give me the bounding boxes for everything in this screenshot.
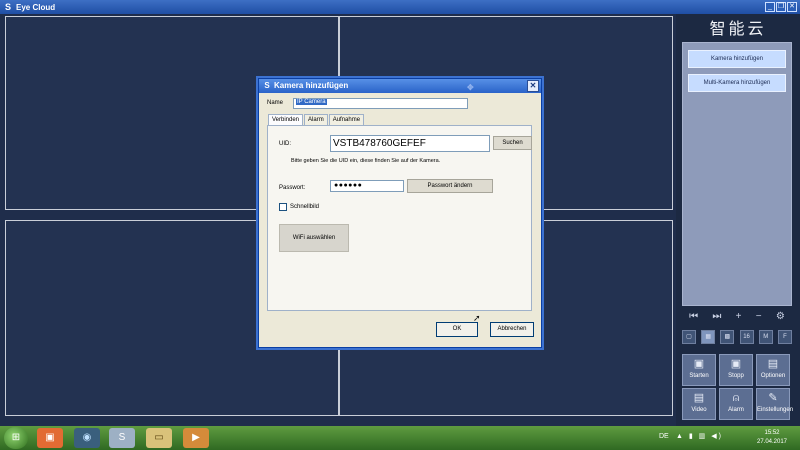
uid-label: UID: [279, 141, 291, 147]
dialog-tabs: Verbinden Alarm Aufnahme [268, 114, 365, 125]
tab-recording[interactable]: Aufnahme [328, 114, 365, 125]
layout-m-button[interactable]: M [758, 330, 773, 344]
taskbar-app-1-icon[interactable]: ▣ [37, 428, 63, 448]
options-icon: ▤ [767, 358, 779, 370]
quick-image-label: Schnellbild [290, 204, 320, 210]
language-indicator[interactable]: DE [659, 433, 669, 440]
connect-tab-panel: UID: VSTB478760GEFEF Suchen Bitte geben … [267, 125, 532, 323]
video-button[interactable]: ▤ Video [682, 388, 716, 420]
ok-button[interactable]: OK [436, 322, 478, 337]
gear-icon[interactable]: ⚙ [776, 311, 785, 322]
uid-hint: Bitte geben Sie die UID ein, diese finde… [291, 158, 441, 164]
name-label: Name [267, 100, 284, 106]
taskbar-folder-icon[interactable]: ▭ [146, 428, 172, 448]
maximize-button[interactable]: ❐ [776, 2, 786, 12]
options-label: Optionen [760, 373, 786, 379]
layout-9-button[interactable]: ▩ [720, 330, 735, 344]
add-camera-button[interactable]: Kamera hinzufügen [688, 50, 786, 68]
stop-icon: ▣ [730, 358, 742, 370]
layout-16-button[interactable]: 16 [739, 330, 754, 344]
options-button[interactable]: ▤ Optionen [756, 354, 790, 386]
start-icon: ▣ [693, 358, 705, 370]
video-label: Video [691, 407, 707, 413]
tray-icons[interactable]: ▲ ▮ ▥ ◀) [676, 432, 723, 440]
minimize-button[interactable]: _ [765, 2, 775, 12]
tray-clock[interactable]: 15:52 27.04.2017 [752, 429, 792, 447]
tab-connect[interactable]: Verbinden [268, 114, 304, 125]
password-field[interactable]: ●●●●●● [330, 180, 404, 192]
taskbar-eyecloud-icon[interactable]: S [109, 428, 135, 448]
taskbar-app-2-icon[interactable]: ◉ [74, 428, 100, 448]
layout-switcher: ▢ ▦ ▩ 16 M F [682, 330, 792, 344]
change-password-button[interactable]: Passwort ändern [407, 179, 493, 193]
taskbar-media-icon[interactable]: ▶ [183, 428, 209, 448]
wrench-icon: ✎ [768, 392, 778, 404]
name-value: IP Camera [296, 99, 327, 105]
video-icon: ▤ [693, 392, 705, 404]
layout-4-button[interactable]: ▦ [701, 330, 716, 344]
search-button[interactable]: Suchen [493, 136, 532, 150]
app-title: Eye Cloud [16, 2, 56, 12]
dialog-title: Kamera hinzufügen [274, 81, 349, 90]
add-icon[interactable]: + [736, 311, 742, 322]
app-titlebar: S Eye Cloud _ ❐ ✕ [0, 0, 800, 14]
layout-1-button[interactable]: ▢ [682, 330, 696, 344]
tab-alarm[interactable]: Alarm [304, 114, 328, 125]
start-label: Starten [689, 373, 709, 379]
stop-label: Stopp [728, 373, 744, 379]
alarm-label: Alarm [728, 407, 744, 413]
window-controls: _ ❐ ✕ [765, 2, 797, 12]
control-sidebar: 智能云 Kamera hinzufügen Multi-Kamera hinzu… [676, 14, 800, 426]
close-button[interactable]: ✕ [787, 2, 797, 12]
add-multi-camera-button[interactable]: Multi-Kamera hinzufügen [688, 74, 786, 92]
remove-icon[interactable]: − [756, 311, 762, 322]
list-toolbar: ⏮ ⏭ + − ⚙ [682, 308, 792, 324]
uid-field[interactable]: VSTB478760GEFEF [330, 135, 490, 152]
select-wifi-button[interactable]: WiFi auswählen [279, 224, 349, 252]
settings-button[interactable]: ✎ Einstellungen [756, 388, 794, 420]
app-logo-icon: S [264, 81, 270, 90]
taskbar: ⊞ ▣ ◉ S ▭ ▶ DE ▲ ▮ ▥ ◀) 15:52 27.04.2017 [0, 426, 800, 450]
app-logo-icon: S [4, 2, 11, 12]
clock-time: 15:52 [764, 430, 780, 436]
start-button[interactable]: ⊞ [4, 427, 28, 449]
first-page-icon[interactable]: ⏮ [689, 311, 698, 322]
fullscreen-button[interactable]: F [777, 330, 792, 344]
name-field[interactable]: IP Camera [293, 98, 468, 109]
password-label: Passwort: [279, 185, 306, 191]
cancel-button[interactable]: Abbrechen [490, 322, 534, 337]
bell-icon: ⍝ [732, 392, 740, 404]
stop-button[interactable]: ▣ Stopp [719, 354, 753, 386]
quick-image-checkbox[interactable] [279, 203, 287, 211]
dialog-titlebar[interactable]: S Kamera hinzufügen ✥ ✕ [259, 79, 541, 93]
dialog-close-button[interactable]: ✕ [527, 80, 539, 92]
camera-list[interactable]: Kamera hinzufügen Multi-Kamera hinzufüge… [682, 42, 792, 306]
alarm-button[interactable]: ⍝ Alarm [719, 388, 753, 420]
settings-label: Einstellungen [757, 407, 794, 413]
start-button[interactable]: ▣ Starten [682, 354, 716, 386]
last-page-icon[interactable]: ⏭ [712, 311, 721, 322]
brand-logo: 智能云 [709, 19, 767, 38]
add-camera-dialog: S Kamera hinzufügen ✥ ✕ Name IP Camera V… [258, 78, 542, 348]
clock-date: 27.04.2017 [756, 439, 788, 445]
move-grip-icon: ✥ [467, 83, 474, 92]
